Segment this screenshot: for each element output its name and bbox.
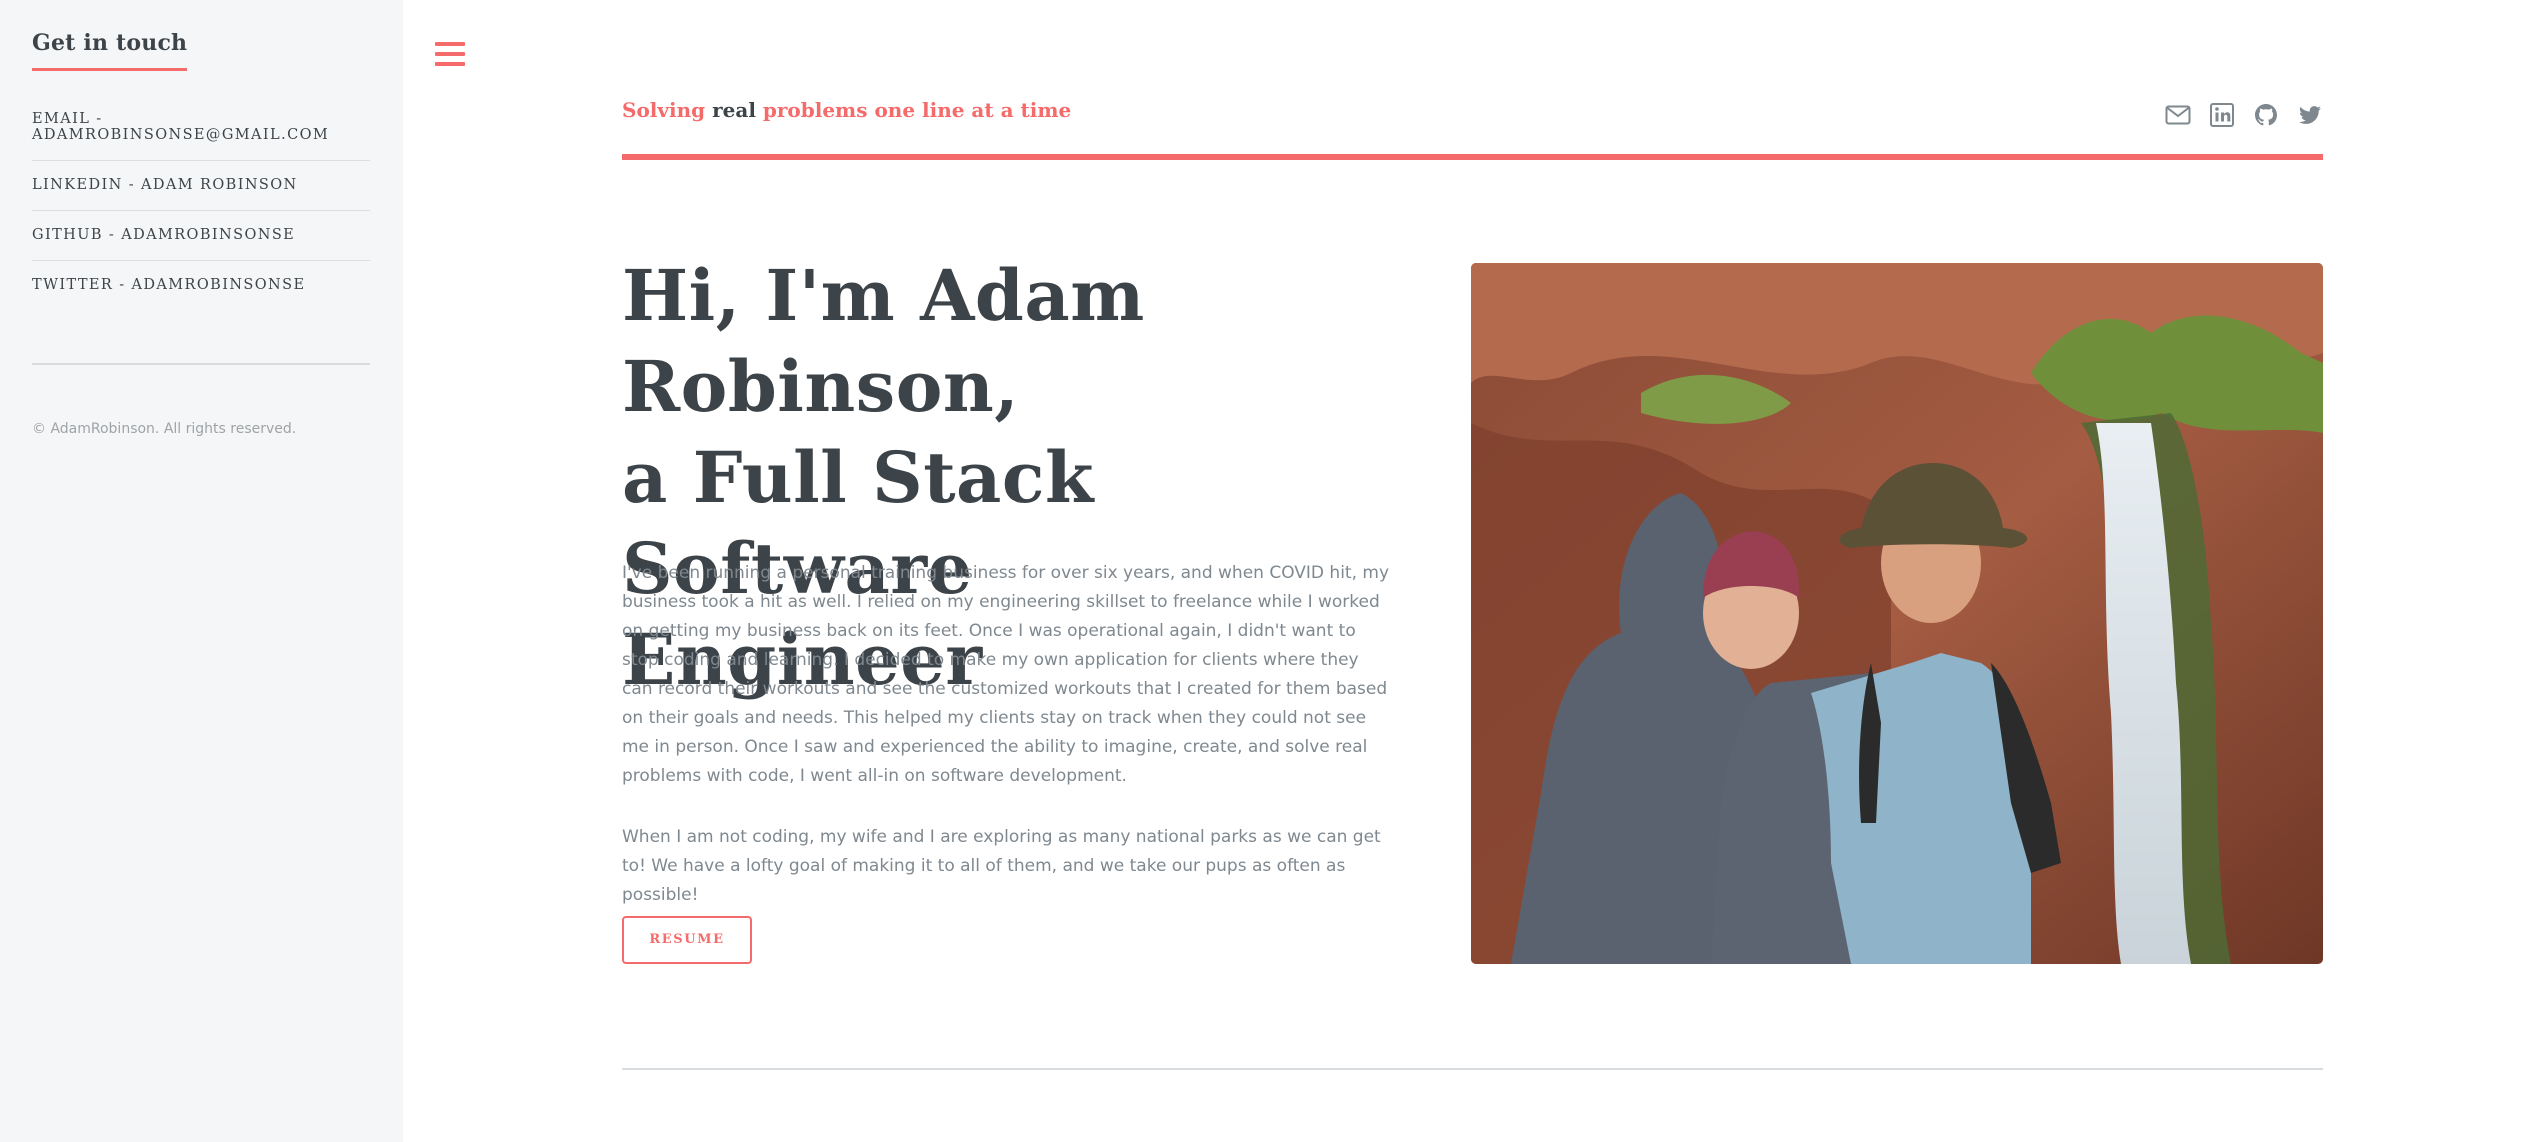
contact-github-link[interactable]: GITHUB - ADAMROBINSONSE: [32, 211, 370, 261]
hobby-paragraph: When I am not coding, my wife and I are …: [622, 827, 1381, 905]
social-icons: [2147, 102, 2323, 128]
section-divider: [622, 1068, 2323, 1070]
hamburger-bar: [435, 62, 465, 66]
logo-tagline: problems one line at a time: [762, 98, 1072, 122]
contact-linkedin-link[interactable]: LINKEDIN - ADAM ROBINSON: [32, 161, 370, 211]
header: Solving real problems one line at a time: [622, 98, 2323, 160]
sidebar-title: Get in touch: [32, 30, 188, 71]
resume-button[interactable]: RESUME: [622, 916, 752, 964]
logo-word-real: real: [712, 98, 756, 122]
hamburger-bar: [435, 42, 465, 46]
github-icon[interactable]: [2253, 102, 2279, 128]
envelope-icon[interactable]: [2165, 102, 2191, 128]
contact-email-link[interactable]: EMAIL - ADAMROBINSONSE@GMAIL.COM: [32, 111, 370, 161]
sidebar-divider: [32, 363, 370, 365]
hero-photo: [1471, 263, 2323, 964]
twitter-icon[interactable]: [2297, 102, 2323, 128]
sidebar: Get in touch EMAIL - ADAMROBINSONSE@GMAI…: [0, 0, 403, 1142]
logo-word-solving: Solving: [622, 98, 706, 122]
linkedin-icon[interactable]: [2209, 102, 2235, 128]
intro-paragraph: I've been running a personal training bu…: [622, 563, 1390, 786]
hamburger-menu-icon[interactable]: [435, 42, 465, 68]
copyright-text: © AdamRobinson. All rights reserved.: [32, 421, 297, 437]
site-logo[interactable]: Solving real problems one line at a time: [622, 98, 2323, 122]
hero-heading-line: Hi, I'm Adam Robinson,: [622, 254, 1145, 428]
contact-twitter-link[interactable]: TWITTER - ADAMROBINSONSE: [32, 261, 370, 310]
hamburger-bar: [435, 52, 465, 56]
contact-list: EMAIL - ADAMROBINSONSE@GMAIL.COM LINKEDI…: [32, 111, 370, 310]
